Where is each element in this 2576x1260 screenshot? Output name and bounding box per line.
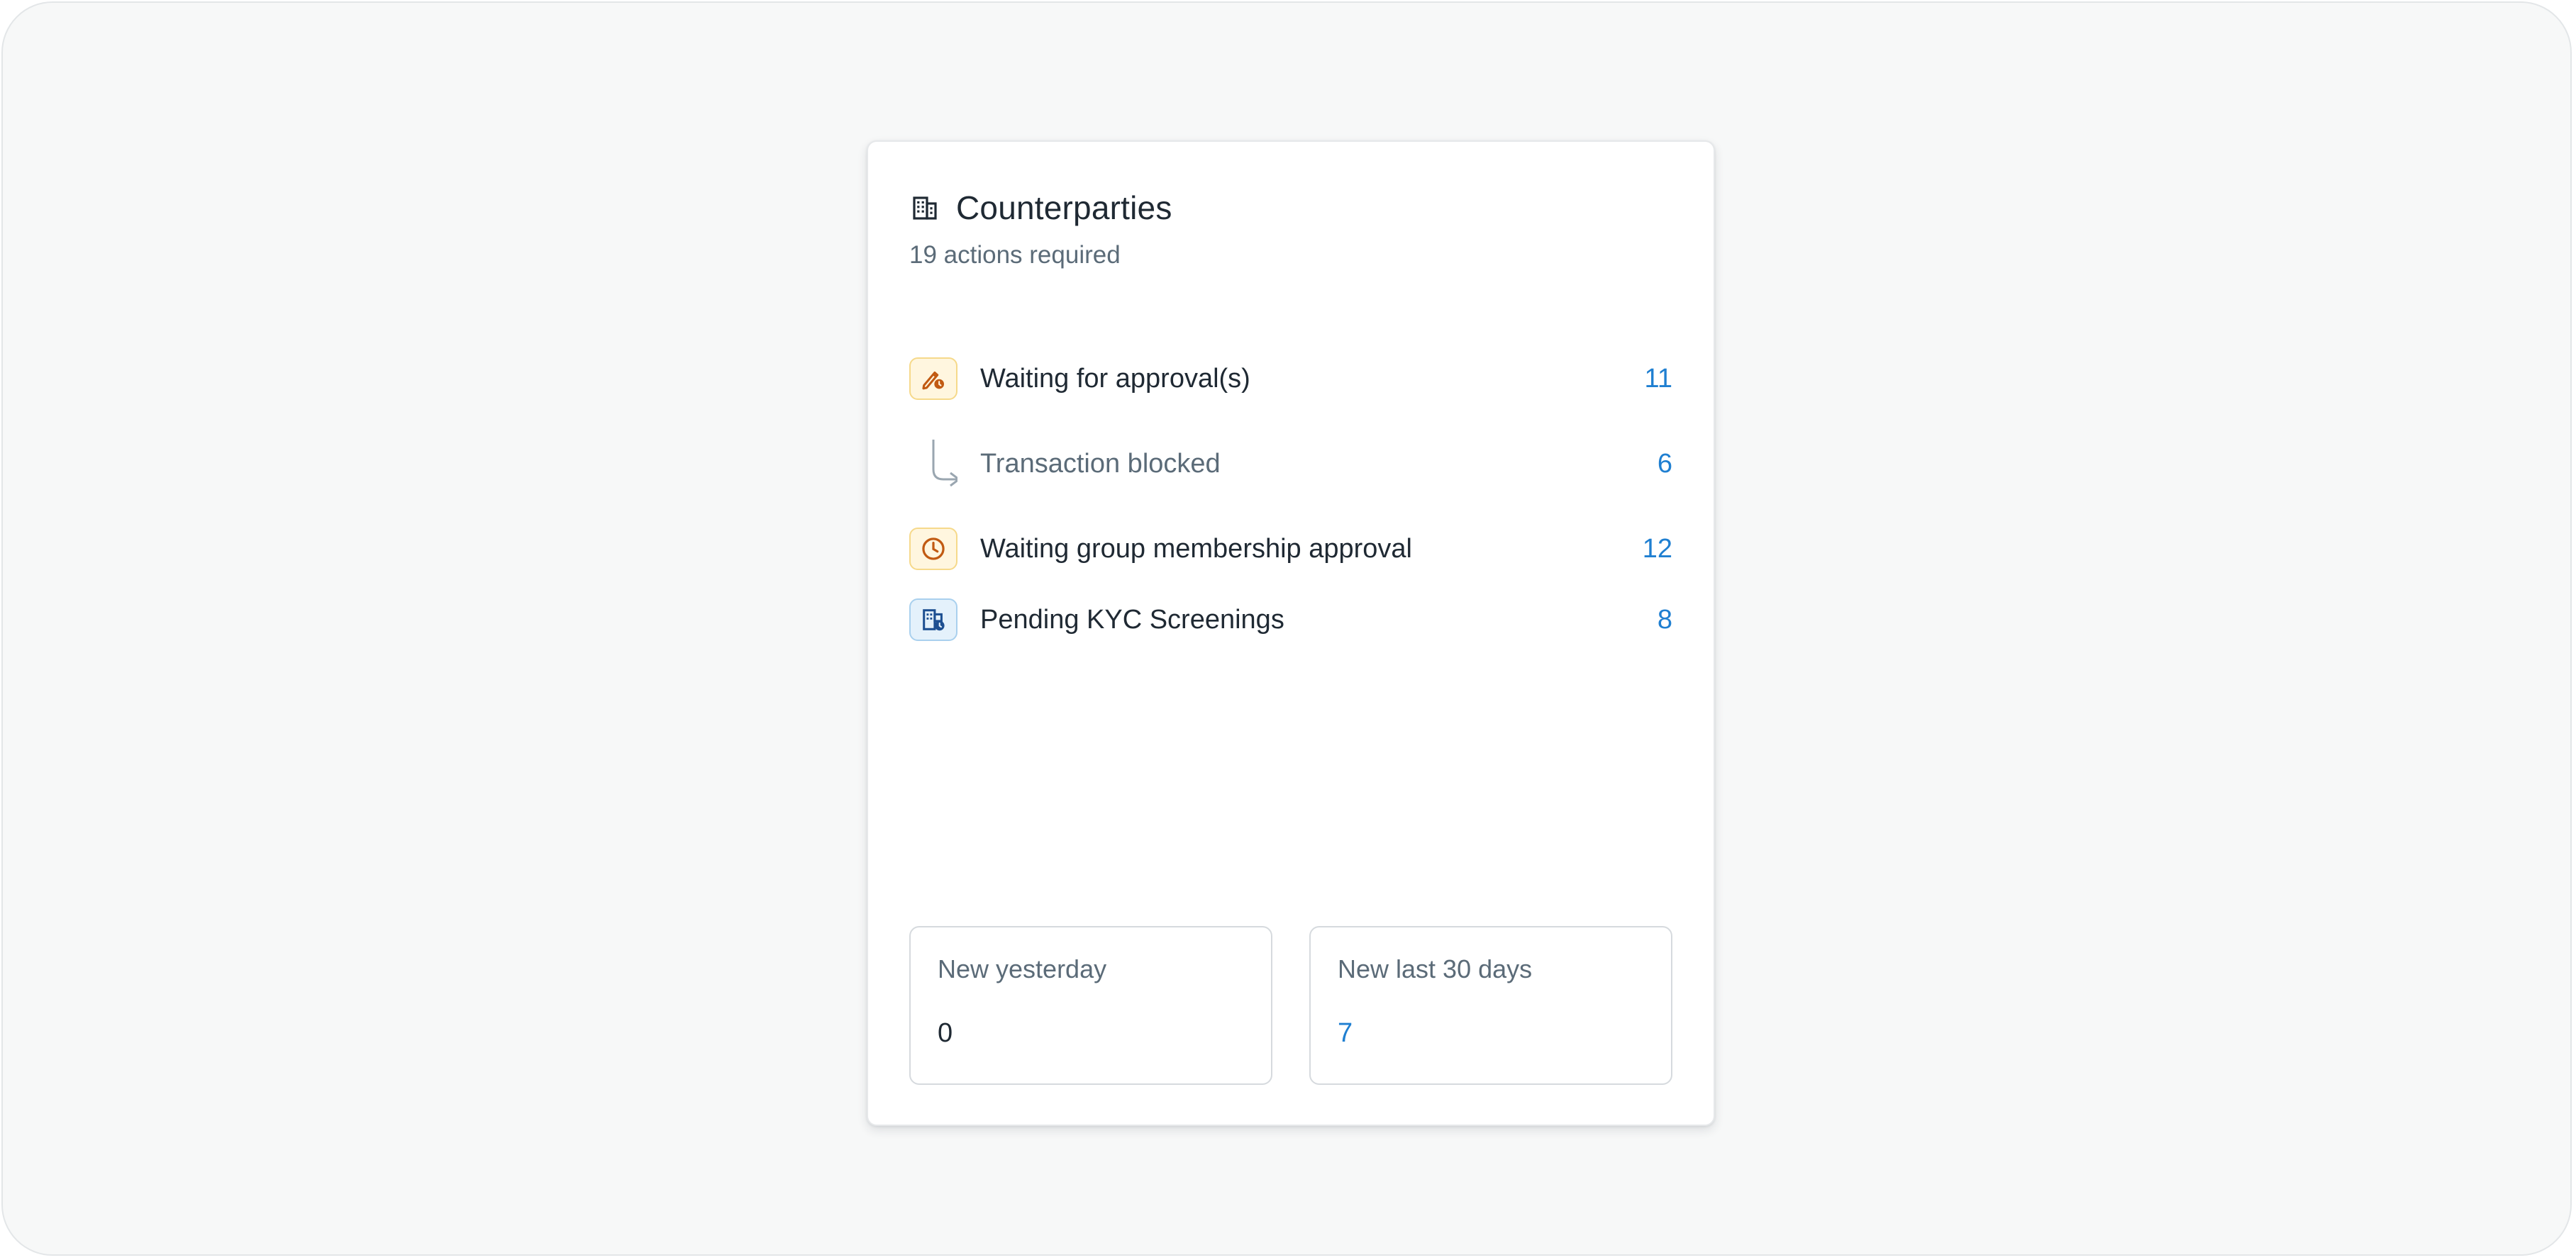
- window-frame: Counterparties 19 actions required Waiti…: [1, 1, 2572, 1256]
- stat-value-link[interactable]: 7: [1338, 1018, 1644, 1049]
- counterparties-card: Counterparties 19 actions required Waiti…: [867, 140, 1715, 1126]
- stat-new-yesterday: New yesterday 0: [909, 926, 1272, 1085]
- title-row: Counterparties: [909, 183, 1672, 233]
- clock-icon: [909, 528, 957, 570]
- pen-clock-icon: [909, 357, 957, 400]
- stats-row: New yesterday 0 New last 30 days 7: [909, 926, 1672, 1085]
- stat-label: New yesterday: [938, 954, 1107, 983]
- building-clock-icon: [909, 598, 957, 641]
- action-count[interactable]: 6: [1658, 449, 1672, 479]
- action-label: Waiting group membership approval: [980, 533, 1413, 564]
- card-header: Counterparties 19 actions required: [909, 183, 1672, 269]
- building-icon: [909, 192, 940, 223]
- stat-value: 0: [938, 1018, 953, 1048]
- stat-label: New last 30 days: [1338, 954, 1533, 983]
- action-count[interactable]: 12: [1643, 534, 1672, 564]
- action-item-group-membership[interactable]: Waiting group membership approval 12: [909, 523, 1672, 574]
- action-label: Waiting for approval(s): [980, 363, 1250, 394]
- action-label: Transaction blocked: [980, 448, 1221, 479]
- action-label: Pending KYC Screenings: [980, 604, 1284, 635]
- action-item-waiting-approvals[interactable]: Waiting for approval(s) 11: [909, 353, 1672, 404]
- card-subtitle: 19 actions required: [909, 241, 1121, 269]
- sub-arrow-icon: [909, 438, 960, 489]
- action-item-kyc-screenings[interactable]: Pending KYC Screenings 8: [909, 594, 1672, 645]
- action-count[interactable]: 11: [1645, 364, 1672, 394]
- action-list: Waiting for approval(s) 11 Transaction b…: [909, 353, 1672, 645]
- card-title: Counterparties: [956, 189, 1172, 226]
- action-count[interactable]: 8: [1658, 605, 1672, 635]
- stat-new-last-30-days: New last 30 days 7: [1309, 926, 1672, 1085]
- action-item-transaction-blocked[interactable]: Transaction blocked 6: [909, 438, 1672, 489]
